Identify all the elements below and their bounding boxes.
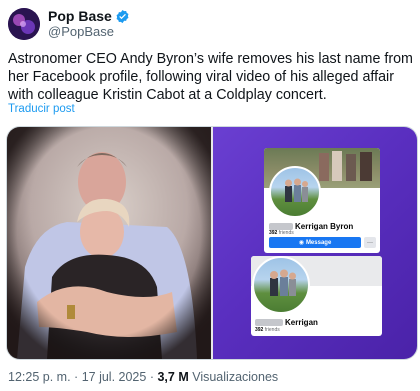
meta-separator: ·	[74, 370, 79, 384]
views-count: 3,7 M	[157, 370, 189, 384]
pop-base-logo-icon	[8, 8, 40, 40]
messenger-icon: ◉	[298, 240, 304, 246]
profile-name-before: Kerrigan Byron	[295, 222, 354, 231]
profile-photo-image	[285, 178, 308, 202]
verified-badge-icon[interactable]	[115, 9, 130, 24]
profile-photo	[252, 256, 310, 314]
message-button: ◉ Message	[269, 237, 361, 248]
translate-post-link[interactable]: Traducir post	[8, 103, 75, 115]
tweet-meta: 12:25 p. m. · 17 jul. 2025 · 3,7 M Visua…	[8, 370, 278, 384]
redacted-first-name	[255, 319, 283, 326]
facebook-profile-before: Kerrigan Byron 392 friends ◉ Message ···	[264, 148, 380, 253]
author-display-name[interactable]: Pop Base	[48, 8, 112, 24]
profile-photo-image	[270, 269, 296, 296]
friends-count-after: 392 friends	[255, 327, 280, 333]
profile-photo	[269, 166, 321, 218]
concert-photo[interactable]	[7, 127, 211, 359]
facebook-screenshots[interactable]: Kerrigan Byron 392 friends ◉ Message ···	[213, 127, 417, 359]
tweet-header: Pop Base @PopBase	[8, 8, 130, 40]
author-handle[interactable]: @PopBase	[48, 24, 130, 40]
meta-separator: ·	[149, 370, 154, 384]
tweet-time[interactable]: 12:25 p. m.	[8, 370, 71, 384]
redacted-first-name	[269, 223, 293, 230]
tweet-date[interactable]: 17 jul. 2025	[82, 370, 147, 384]
facebook-profile-after: Kerrigan 392 friends	[251, 256, 382, 336]
friends-count-before: 392 friends	[269, 230, 294, 236]
concert-photo-image	[7, 127, 211, 359]
profile-name-after: Kerrigan	[285, 318, 318, 327]
more-options-button: ···	[364, 237, 376, 248]
views-label: Visualizaciones	[192, 370, 279, 384]
tweet-media[interactable]: Kerrigan Byron 392 friends ◉ Message ···	[6, 126, 418, 360]
tweet-text: Astronomer CEO Andy Byron’s wife removes…	[8, 51, 413, 103]
avatar[interactable]	[8, 8, 40, 40]
